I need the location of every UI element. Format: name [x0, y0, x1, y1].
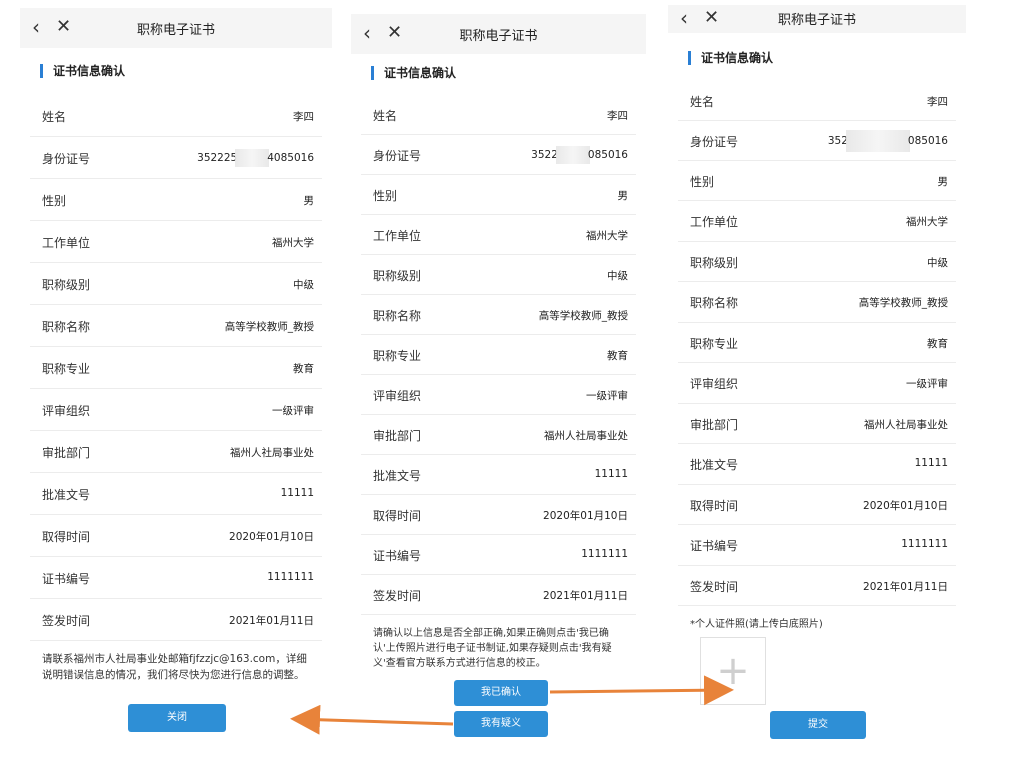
annotation-arrows: [290, 675, 734, 735]
arrow-doubt-to-contact: [290, 704, 454, 735]
arrow-confirm-to-upload: [549, 675, 734, 706]
